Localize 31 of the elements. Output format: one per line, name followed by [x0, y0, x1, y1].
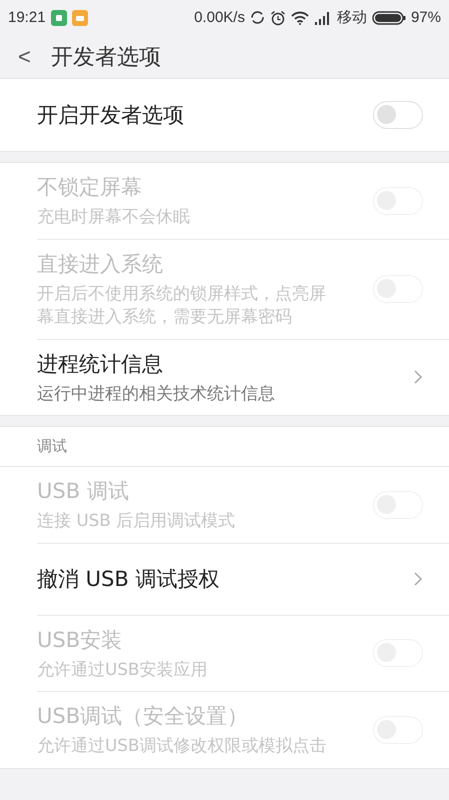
setting-title: 开启开发者选项 [37, 102, 185, 129]
setting-title: 进程统计信息 [37, 350, 164, 378]
setting-title: USB 调试 [37, 478, 130, 506]
toggle-switch[interactable] [373, 101, 423, 129]
setting-description: 充电时屏幕不会休眠 [37, 205, 191, 228]
signal-icon [314, 10, 332, 24]
battery-icon [372, 10, 406, 24]
setting-title: USB调试（安全设置） [37, 703, 250, 730]
setting-title: USB安装 [37, 626, 124, 654]
setting-description: 开启后不使用系统的锁屏样式，点亮屏幕直接进入系统，需要无屏幕密码 [37, 282, 327, 328]
wifi-icon [290, 10, 309, 24]
setting-description: 连接 USB 后启用调试模式 [37, 509, 236, 532]
setting-title: 直接进入系统 [37, 250, 164, 278]
setting-title: 撤消 USB 调试授权 [37, 566, 220, 594]
chevron-right-icon [413, 369, 423, 386]
carrier-name: 移动 [336, 8, 367, 27]
clock-time: 19:21 [8, 9, 46, 26]
setting-title: 不锁定屏幕 [37, 174, 143, 201]
app-notification-icon [50, 10, 67, 26]
battery-percent: 97% [410, 9, 441, 26]
sync-icon [250, 10, 265, 25]
network-speed: 0.00K/s [194, 9, 245, 26]
back-button[interactable]: < [18, 44, 31, 70]
setting-description: 运行中进程的相关技术统计信息 [37, 382, 276, 405]
page-title: 开发者选项 [50, 44, 161, 72]
chevron-right-icon [413, 571, 423, 588]
setting-description: 允许通过USB调试修改权限或模拟点击 [37, 734, 328, 758]
app-notification-icon [72, 10, 88, 26]
section-heading: 调试 [0, 427, 449, 468]
setting-description: 允许通过USB安装应用 [37, 658, 208, 681]
alarm-icon [270, 10, 286, 26]
